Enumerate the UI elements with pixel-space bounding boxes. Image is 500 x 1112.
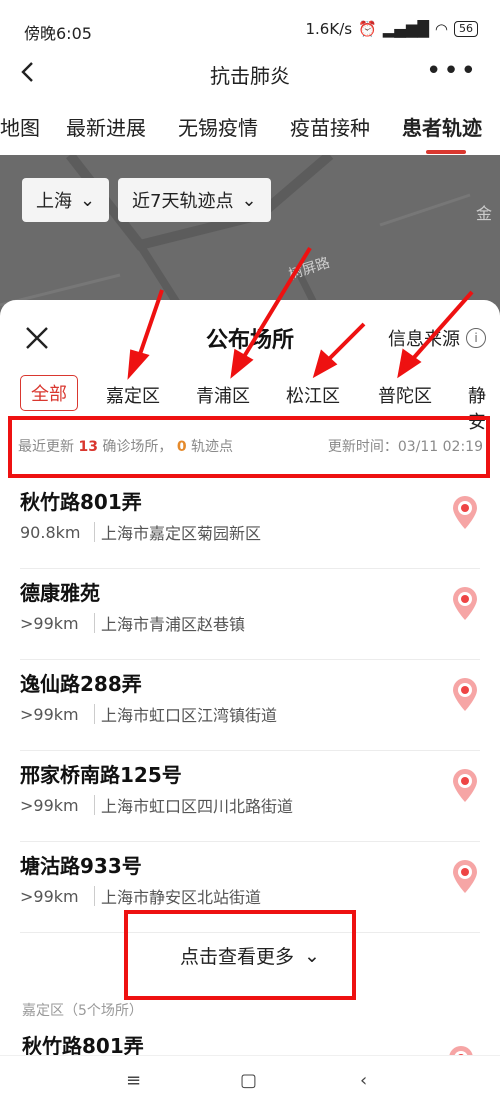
info-source-label: 信息来源 [388, 329, 460, 350]
place-distance: 90.8km [20, 522, 81, 542]
more-menu-icon[interactable]: ••• [426, 56, 478, 86]
signal-icon: ▂▄▆█ [382, 20, 429, 38]
city-label: 上海 [36, 191, 72, 212]
tab-map[interactable]: 地图 [0, 112, 40, 141]
place-distance: >99km [20, 886, 79, 906]
alarm-icon: ⏰ [358, 20, 377, 38]
status-time: 傍晚6:05 [24, 24, 92, 43]
district-putuo[interactable]: 普陀区 [378, 382, 432, 408]
place-address: 上海市虹口区江湾镇街道 [101, 706, 278, 725]
place-address: 上海市虹口区四川北路街道 [101, 797, 294, 816]
place-name: 德康雅苑 [20, 581, 100, 605]
district-jiading[interactable]: 嘉定区 [106, 382, 160, 408]
district-songjiang[interactable]: 松江区 [286, 382, 340, 408]
places-list: 秋竹路801弄 90.8km 上海市嘉定区菊园新区 德康雅苑 >99km 上海市青浦… [20, 478, 480, 933]
divider [94, 886, 95, 906]
divider [94, 795, 95, 815]
list-item[interactable]: 秋竹路801弄 90.8km 上海市嘉定区菊园新区 [20, 478, 480, 569]
tab-patient-tracks[interactable]: 患者轨迹 [402, 112, 482, 141]
annotation-box [124, 910, 356, 1000]
info-source-link[interactable]: 信息来源 i [388, 325, 486, 351]
map-pin-icon[interactable] [452, 496, 478, 530]
divider [94, 522, 95, 542]
active-tab-indicator [426, 150, 466, 154]
map-corner-label: 金 [475, 204, 492, 223]
divider [94, 613, 95, 633]
map-pin-icon[interactable] [452, 678, 478, 712]
list-item[interactable]: 德康雅苑 >99km 上海市青浦区赵巷镇 [20, 569, 480, 660]
chevron-down-icon: ⌄ [80, 189, 96, 211]
divider [94, 704, 95, 724]
place-address: 上海市青浦区赵巷镇 [101, 615, 246, 634]
annotation-box [8, 416, 490, 478]
tab-wuxi-epidemic[interactable]: 无锡疫情 [178, 112, 258, 141]
place-distance: >99km [20, 613, 79, 633]
back-icon[interactable]: ‹ [360, 1070, 367, 1091]
tab-vaccination[interactable]: 疫苗接种 [290, 112, 370, 141]
place-address: 上海市静安区北站街道 [101, 888, 262, 907]
tab-latest-progress[interactable]: 最新进展 [66, 112, 146, 141]
network-speed: 1.6K/s [305, 20, 353, 38]
district-group-label: 嘉定区（5个场所） [22, 1003, 143, 1019]
map-pin-icon[interactable] [452, 769, 478, 803]
map-pin-icon[interactable] [452, 587, 478, 621]
battery-icon: 56 [454, 21, 478, 37]
place-name: 秋竹路801弄 [20, 490, 142, 514]
place-name: 塘沽路933号 [20, 854, 142, 878]
list-item[interactable]: 逸仙路288弄 >99km 上海市虹口区江湾镇街道 [20, 660, 480, 751]
district-qingpu[interactable]: 青浦区 [196, 382, 250, 408]
wifi-icon: ◠ [434, 20, 448, 38]
home-icon[interactable]: ▢ [240, 1070, 257, 1091]
place-name: 逸仙路288弄 [20, 672, 142, 696]
menu-icon[interactable]: ≡ [126, 1070, 141, 1091]
district-all[interactable]: 全部 [20, 375, 78, 411]
place-distance: >99km [20, 795, 79, 815]
status-icons: 1.6K/s ⏰ ▂▄▆█ ◠ 56 [305, 20, 478, 38]
place-name: 邢家桥南路125号 [20, 763, 182, 787]
list-item[interactable]: 邢家桥南路125号 >99km 上海市虹口区四川北路街道 [20, 751, 480, 842]
time-range-select[interactable]: 近7天轨迹点 ⌄ [118, 178, 271, 222]
info-icon: i [466, 328, 486, 348]
chevron-down-icon: ⌄ [241, 189, 257, 211]
time-range-label: 近7天轨迹点 [132, 191, 234, 212]
map-pin-icon[interactable] [452, 860, 478, 894]
city-select[interactable]: 上海 ⌄ [22, 178, 110, 222]
place-distance: >99km [20, 704, 79, 724]
place-address: 上海市嘉定区菊园新区 [101, 524, 262, 543]
